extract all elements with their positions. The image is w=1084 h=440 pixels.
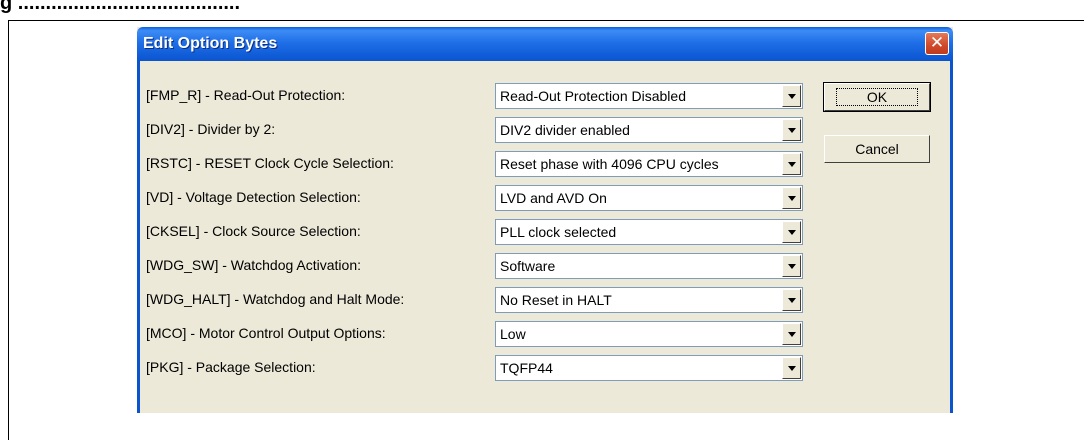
chevron-down-icon[interactable]	[782, 85, 801, 107]
chevron-down-icon[interactable]	[782, 153, 801, 175]
chevron-down-icon[interactable]	[782, 221, 801, 243]
chevron-down-icon[interactable]	[782, 357, 801, 379]
option-label: [PKG] - Package Selection:	[146, 359, 316, 375]
dialog-body: [FMP_R] - Read-Out Protection: Read-Out …	[137, 61, 953, 413]
option-row-vd: [VD] - Voltage Detection Selection: LVD …	[140, 185, 956, 213]
option-label: [CKSEL] - Clock Source Selection:	[146, 223, 361, 239]
option-row-mco: [MCO] - Motor Control Output Options: Lo…	[140, 321, 956, 349]
select-value: DIV2 divider enabled	[500, 122, 630, 138]
edit-option-bytes-dialog: Edit Option Bytes ✕ [FMP_R] - Read-Out P…	[137, 27, 953, 413]
chevron-down-icon[interactable]	[782, 323, 801, 345]
chevron-down-icon[interactable]	[782, 255, 801, 277]
watchdog-halt-mode-select[interactable]: No Reset in HALT	[495, 287, 803, 313]
reset-clock-cycle-select[interactable]: Reset phase with 4096 CPU cycles	[495, 151, 803, 177]
option-label: [VD] - Voltage Detection Selection:	[146, 189, 361, 205]
select-value: Read-Out Protection Disabled	[500, 88, 686, 104]
option-label: [MCO] - Motor Control Output Options:	[146, 325, 386, 341]
clock-source-select[interactable]: PLL clock selected	[495, 219, 803, 245]
dialog-title: Edit Option Bytes	[143, 35, 278, 52]
select-value: Low	[500, 326, 526, 342]
close-icon[interactable]: ✕	[925, 32, 949, 55]
chevron-down-icon[interactable]	[782, 119, 801, 141]
option-label: [FMP_R] - Read-Out Protection:	[146, 87, 346, 103]
option-label: [WDG_HALT] - Watchdog and Halt Mode:	[146, 291, 405, 307]
figure-caption: g ......................................…	[0, 0, 241, 14]
chevron-down-icon[interactable]	[782, 187, 801, 209]
select-value: TQFP44	[500, 360, 553, 376]
select-value: No Reset in HALT	[500, 292, 612, 308]
ok-button-label: OK	[835, 88, 919, 106]
option-row-wdg-sw: [WDG_SW] - Watchdog Activation: Software	[140, 253, 956, 281]
voltage-detection-select[interactable]: LVD and AVD On	[495, 185, 803, 211]
motor-control-output-select[interactable]: Low	[495, 321, 803, 347]
select-value: LVD and AVD On	[500, 190, 607, 206]
ok-button[interactable]: OK	[823, 82, 931, 112]
package-selection-select[interactable]: TQFP44	[495, 355, 803, 381]
option-row-pkg: [PKG] - Package Selection: TQFP44	[140, 355, 956, 383]
option-label: [DIV2] - Divider by 2:	[146, 121, 276, 137]
select-value: PLL clock selected	[500, 224, 617, 240]
select-value: Software	[500, 258, 556, 274]
option-row-cksel: [CKSEL] - Clock Source Selection: PLL cl…	[140, 219, 956, 247]
dialog-titlebar[interactable]: Edit Option Bytes ✕	[137, 27, 953, 61]
option-label: [RSTC] - RESET Clock Cycle Selection:	[146, 155, 394, 171]
watchdog-activation-select[interactable]: Software	[495, 253, 803, 279]
cancel-button[interactable]: Cancel	[824, 135, 930, 163]
option-label: [WDG_SW] - Watchdog Activation:	[146, 257, 361, 273]
select-value: Reset phase with 4096 CPU cycles	[500, 156, 719, 172]
divider-by-2-select[interactable]: DIV2 divider enabled	[495, 117, 803, 143]
read-out-protection-select[interactable]: Read-Out Protection Disabled	[495, 83, 803, 109]
chevron-down-icon[interactable]	[782, 289, 801, 311]
option-row-wdg-halt: [WDG_HALT] - Watchdog and Halt Mode: No …	[140, 287, 956, 315]
